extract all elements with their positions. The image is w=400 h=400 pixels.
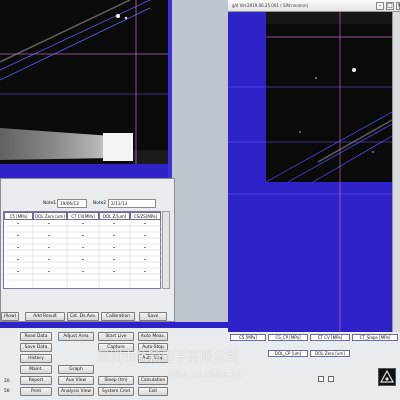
close-icon[interactable]: × xyxy=(396,2,400,10)
left-image-viewer[interactable] xyxy=(0,0,172,178)
calibration-button[interactable]: Calibration xyxy=(101,312,135,321)
note1-field[interactable]: 19/06/13 xyxy=(57,199,87,208)
col-header-cs[interactable]: C5 [MPa] xyxy=(4,212,33,220)
right-col-ct-cv[interactable]: CT CV [MPa] xyxy=(310,334,350,341)
camera-status-icon[interactable] xyxy=(378,368,396,386)
start-live-button[interactable]: Start Live xyxy=(98,332,134,341)
calculation-button[interactable]: Calculation xyxy=(138,376,168,385)
cst-ds-ave-button[interactable]: Cst. Ds.Ave. xyxy=(67,312,99,321)
left-camera-image xyxy=(0,0,172,178)
row-button[interactable]: (Row) xyxy=(1,312,19,321)
read-data-button[interactable]: Read Data xyxy=(20,332,52,341)
col-header-ct-cv[interactable]: CT CV[MPa] xyxy=(67,212,99,220)
window-title: g/d Ver.2019.06.25.001 ( S/N:nnnnnn) xyxy=(232,3,309,8)
right-col-cs[interactable]: CS [MPa] xyxy=(230,334,266,341)
minimize-icon[interactable]: – xyxy=(376,2,384,10)
right-scrollbar[interactable] xyxy=(392,12,400,332)
auto-stop-button-1[interactable]: Auto Stop xyxy=(138,343,168,352)
left-data-window: Note1 19/06/13 Note2 2/11/13 C5 [MPa] DO… xyxy=(0,178,175,322)
note2-label: Note2 xyxy=(93,201,107,206)
table-scrollbar[interactable] xyxy=(162,211,170,289)
graph-button[interactable]: Graph xyxy=(58,365,94,374)
col-header-cs-zs[interactable]: CS/ZS[MPa] xyxy=(130,212,161,220)
auto-meas-button[interactable]: Auto Meas. xyxy=(138,332,168,341)
right-camera-image xyxy=(228,12,392,332)
aux-view-button[interactable]: Aux View xyxy=(58,376,94,385)
exit-button[interactable]: Exit xyxy=(138,387,168,396)
print-button[interactable]: Print xyxy=(20,387,52,396)
sleep-button[interactable]: Sleep (tm) xyxy=(98,376,134,385)
note-row: Note1 19/06/13 Note2 2/11/13 xyxy=(1,199,176,209)
col-header-dol-zero[interactable]: DOL Zero [um] xyxy=(33,212,67,220)
note1-label: Note1 xyxy=(43,201,57,206)
label-50: 50 xyxy=(4,389,10,394)
auto-stop-button-2[interactable]: Auto Stop xyxy=(138,354,168,363)
right-col-dol-cp[interactable]: DOL_CP [um] xyxy=(268,350,308,357)
add-result-button[interactable]: Add Result xyxy=(25,312,65,321)
adjust-area-button[interactable]: Adjust Area xyxy=(58,332,94,341)
panel-top-strip xyxy=(0,323,228,328)
control-panel: 20 50 Read Data Save Data History Maint.… xyxy=(0,322,228,400)
square-icon-2[interactable] xyxy=(328,376,334,382)
note2-field[interactable]: 2/11/13 xyxy=(108,199,156,208)
square-icon-1[interactable] xyxy=(318,376,324,382)
right-col-dol-zero[interactable]: DOL Zero [um] xyxy=(310,350,350,357)
right-image-viewer[interactable] xyxy=(228,12,392,332)
right-results-strip: CS [MPa] CS_CP [MPa] CT CV [MPa] CT_Slop… xyxy=(228,332,400,360)
save-button[interactable]: Save xyxy=(139,312,167,321)
table-grid xyxy=(4,220,161,288)
right-col-cs-cp[interactable]: CS_CP [MPa] xyxy=(268,334,308,341)
right-window-titlebar[interactable]: g/d Ver.2019.06.25.001 ( S/N:nnnnnn) – □… xyxy=(228,0,400,12)
save-data-button[interactable]: Save Data xyxy=(20,343,52,352)
label-20: 20 xyxy=(4,379,10,384)
maximize-icon[interactable]: □ xyxy=(386,2,394,10)
history-button[interactable]: History xyxy=(20,354,52,363)
col-header-dol-z[interactable]: DOL Z/[um] xyxy=(99,212,130,220)
system-cmd-button[interactable]: System Cmd xyxy=(98,387,134,396)
analysis-view-button[interactable]: Analysis View xyxy=(58,387,94,396)
right-bottom-area xyxy=(228,360,400,400)
capture-button[interactable]: Capture xyxy=(98,343,134,352)
maint-button[interactable]: Maint. xyxy=(20,365,52,374)
report-button[interactable]: Report xyxy=(20,376,52,385)
results-table[interactable]: C5 [MPa] DOL Zero [um] CT CV[MPa] DOL Z/… xyxy=(3,211,161,289)
right-col-ct-slope[interactable]: CT_Slope [MPa] xyxy=(352,334,398,341)
